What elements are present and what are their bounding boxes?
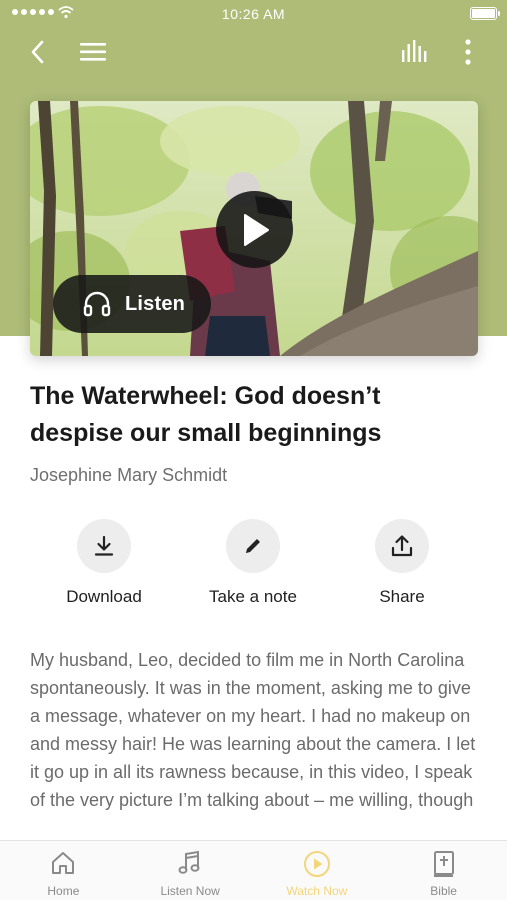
listen-label: Listen [125,292,186,315]
download-button[interactable] [77,519,131,573]
video-thumbnail[interactable]: Listen [30,101,478,356]
status-time: 10:26 AM [221,6,286,22]
tab-watch-now[interactable]: Watch Now [254,841,381,900]
tab-home-label: Home [47,884,80,898]
share-action[interactable]: Share [337,519,467,607]
download-icon [94,535,114,556]
play-circle-icon [254,850,381,878]
download-label: Download [66,587,142,606]
back-button[interactable] [21,35,55,69]
play-button[interactable] [216,191,293,268]
more-vertical-icon [465,39,471,65]
more-options-button[interactable] [451,35,485,69]
play-icon [243,213,269,246]
take-note-action[interactable]: Take a note [188,519,318,607]
hamburger-menu-icon [80,43,106,61]
tab-watch-now-label: Watch Now [286,884,348,898]
battery-icon [470,7,500,20]
take-note-button[interactable] [226,519,280,573]
tab-bible-label: Bible [430,884,457,898]
article-body: My husband, Leo, decided to film me in N… [30,650,476,810]
download-action[interactable]: Download [39,519,169,607]
home-icon [0,850,127,878]
listen-button[interactable]: Listen [53,275,211,333]
chevron-left-icon [31,40,44,64]
pencil-icon [246,539,260,553]
tab-listen-now[interactable]: Listen Now [127,841,254,900]
tab-listen-now-label: Listen Now [160,884,220,898]
take-note-label: Take a note [209,587,297,606]
audio-button[interactable] [398,35,432,69]
headphones-icon [82,289,112,319]
music-note-icon [127,850,254,878]
audio-bars-icon [402,40,427,62]
status-bar: 10:26 AM [0,0,507,28]
bible-icon [380,850,507,878]
share-button[interactable] [375,519,429,573]
menu-button[interactable] [76,35,110,69]
tab-bible[interactable]: Bible [380,841,507,900]
tab-home[interactable]: Home [0,841,127,900]
share-icon [391,535,413,557]
bottom-tab-bar: Home Listen Now Watch Now Bible [0,840,507,900]
article-title: The Waterwheel: God doesn’t despise our … [30,382,382,447]
article-author: Josephine Mary Schmidt [30,465,228,485]
share-label: Share [379,587,425,606]
